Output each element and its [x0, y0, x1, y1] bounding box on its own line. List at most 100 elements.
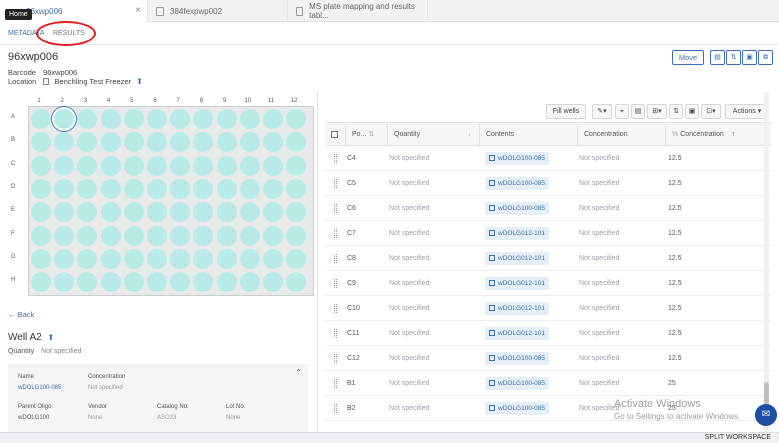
header-concentration-sorted[interactable]: % Concentration ↑ — [665, 123, 771, 147]
concentration-cell[interactable]: Not specified — [579, 321, 619, 346]
plate-well[interactable] — [123, 109, 144, 129]
plate-well[interactable] — [123, 272, 144, 293]
plate-well[interactable] — [100, 155, 121, 176]
plate-well[interactable] — [123, 225, 144, 246]
sort-icon[interactable]: ⇅ — [669, 104, 683, 119]
plate-well[interactable] — [77, 178, 98, 199]
header-position[interactable]: Po... ⇅ — [345, 123, 387, 147]
plate-well[interactable] — [31, 225, 51, 246]
quantity-cell[interactable]: Not specified — [389, 346, 429, 371]
plate-well[interactable] — [263, 225, 283, 246]
table-row[interactable]: C8 Not specified wDOLG012-101 Not specified… — [325, 246, 771, 271]
chevron-up-icon[interactable]: ⌃ — [295, 368, 302, 377]
plate-well[interactable] — [286, 202, 307, 223]
concentration-cell[interactable]: Not specified — [579, 346, 619, 371]
archive-icon[interactable]: ▣ — [742, 50, 757, 65]
plate-well[interactable] — [216, 132, 237, 153]
archive-icon[interactable]: ▣ — [685, 104, 699, 119]
plate-well[interactable] — [193, 178, 214, 199]
plate-well[interactable] — [54, 109, 75, 129]
plate-well[interactable] — [100, 225, 121, 246]
table-row[interactable]: C12 Not specified wDOLG100-085 Not specifie… — [325, 346, 771, 371]
plate-well[interactable] — [286, 155, 307, 176]
plate-well[interactable] — [77, 155, 98, 176]
plate-well[interactable] — [193, 225, 214, 246]
contents-chip[interactable]: wDOLG100-085 — [485, 152, 549, 165]
plate-well[interactable] — [286, 178, 307, 199]
upload-icon[interactable]: ⬆ — [48, 333, 55, 342]
plate-well[interactable] — [147, 155, 167, 176]
drag-handle-icon[interactable] — [334, 354, 337, 363]
plate-well[interactable] — [54, 202, 75, 223]
plate-well[interactable] — [147, 248, 167, 269]
contents-chip[interactable]: wDOLG012-101 — [485, 227, 549, 240]
quantity-cell[interactable]: Not specified — [389, 221, 429, 246]
concentration-value-cell[interactable]: 12.5 — [668, 346, 682, 371]
concentration-value-cell[interactable]: 12.5 — [668, 196, 682, 221]
plate-well[interactable] — [239, 248, 260, 269]
plate-well[interactable] — [286, 225, 307, 246]
plate-well[interactable] — [239, 155, 260, 176]
plate-well[interactable] — [170, 225, 191, 246]
plate-well[interactable] — [263, 109, 283, 129]
fill-wells-button[interactable]: Fill wells — [546, 104, 586, 119]
plate-well[interactable] — [216, 248, 237, 269]
drag-handle-icon[interactable] — [334, 254, 337, 263]
header-contents[interactable]: Contents — [479, 123, 577, 147]
header-quantity[interactable]: Quantity ↓ — [387, 123, 479, 147]
plate-well[interactable] — [100, 272, 121, 293]
table-row[interactable]: C11 Not specified wDOLG012-101 Not specifie… — [325, 321, 771, 346]
quantity-cell[interactable]: Not specified — [389, 246, 429, 271]
plate-well[interactable] — [216, 109, 237, 129]
contents-chip[interactable]: wDOLG100-085 — [485, 352, 549, 365]
plate-well[interactable] — [31, 155, 51, 176]
move-button[interactable]: Move — [672, 50, 704, 65]
location-value[interactable]: Benchling Test Freezer — [55, 77, 132, 86]
concentration-cell[interactable]: Not specified — [579, 196, 619, 221]
plate-well[interactable] — [31, 248, 51, 269]
plate-well[interactable] — [147, 132, 167, 153]
table-row[interactable]: C5 Not specified wDOLG100-085 Not specified… — [325, 171, 771, 196]
plate-well[interactable] — [216, 272, 237, 293]
table-row[interactable]: B1 Not specified wDOLG100-085 Not specified… — [325, 371, 771, 396]
plate-well[interactable] — [216, 155, 237, 176]
plate-well[interactable] — [170, 132, 191, 153]
plate-well[interactable] — [263, 272, 283, 293]
plate-well[interactable] — [239, 132, 260, 153]
drag-handle-icon[interactable] — [334, 154, 337, 163]
plate-well[interactable] — [239, 225, 260, 246]
upload-icon[interactable]: ⬆ — [136, 77, 143, 86]
plate-well[interactable] — [286, 248, 307, 269]
contents-chip[interactable]: wDOLG012-101 — [485, 277, 549, 290]
plate-well[interactable] — [123, 132, 144, 153]
plate-well[interactable] — [100, 178, 121, 199]
plate-well[interactable] — [147, 202, 167, 223]
plate-well[interactable] — [77, 272, 98, 293]
concentration-cell[interactable]: Not specified — [579, 296, 619, 321]
contents-chip[interactable]: wDOLG012-101 — [485, 302, 549, 315]
contents-chip[interactable]: wDOLG100-085 — [485, 377, 549, 390]
hierarchy-icon[interactable]: ⊞▾ — [647, 104, 667, 119]
plate-well[interactable] — [263, 178, 283, 199]
plate-well[interactable] — [286, 109, 307, 129]
plate-well[interactable] — [123, 248, 144, 269]
plate-well[interactable] — [31, 272, 51, 293]
plate-well[interactable] — [100, 109, 121, 129]
plate-well[interactable] — [193, 109, 214, 129]
drag-handle-icon[interactable] — [334, 379, 337, 388]
plate-well[interactable] — [100, 132, 121, 153]
plate-well[interactable] — [77, 109, 98, 129]
plate-well[interactable] — [147, 272, 167, 293]
table-row[interactable]: C6 Not specified wDOLG100-085 Not specified… — [325, 196, 771, 221]
concentration-cell[interactable]: Not specified — [579, 246, 619, 271]
sort-icon[interactable]: ⇅ — [726, 50, 741, 65]
concentration-cell[interactable]: Not specified — [579, 146, 619, 171]
plate-well[interactable] — [100, 248, 121, 269]
plate-well[interactable] — [263, 248, 283, 269]
plate-well[interactable] — [77, 248, 98, 269]
concentration-cell[interactable]: Not specified — [579, 171, 619, 196]
plate-well[interactable] — [54, 225, 75, 246]
tab-384fexpwp002[interactable]: 384fexpwp002 — [148, 0, 288, 22]
quantity-cell[interactable]: Not specified — [389, 196, 429, 221]
plate-well[interactable] — [54, 178, 75, 199]
